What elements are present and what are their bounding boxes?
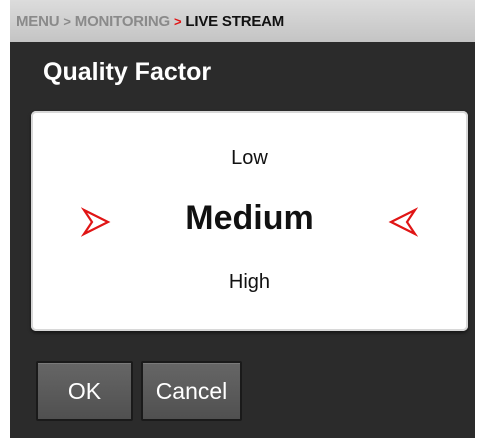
breadcrumb-item-monitoring[interactable]: MONITORING (75, 13, 170, 30)
page-title: Quality Factor (43, 58, 212, 86)
cancel-button[interactable]: Cancel (141, 361, 242, 421)
breadcrumb-separator-active: > (174, 13, 182, 29)
breadcrumb-item-menu[interactable]: MENU (16, 13, 60, 30)
ok-button[interactable]: OK (36, 361, 133, 421)
chevron-left-icon[interactable] (388, 207, 419, 237)
breadcrumb-separator: > (63, 13, 71, 29)
quality-picker[interactable]: Low Medium High (31, 111, 468, 331)
picker-option-previous[interactable]: Low (31, 147, 468, 170)
quality-factor-screen: MENU > MONITORING > LIVE STREAM Quality … (10, 0, 475, 438)
breadcrumb: MENU > MONITORING > LIVE STREAM (10, 0, 475, 42)
picker-option-next[interactable]: High (31, 271, 468, 294)
breadcrumb-item-live-stream: LIVE STREAM (185, 12, 285, 30)
